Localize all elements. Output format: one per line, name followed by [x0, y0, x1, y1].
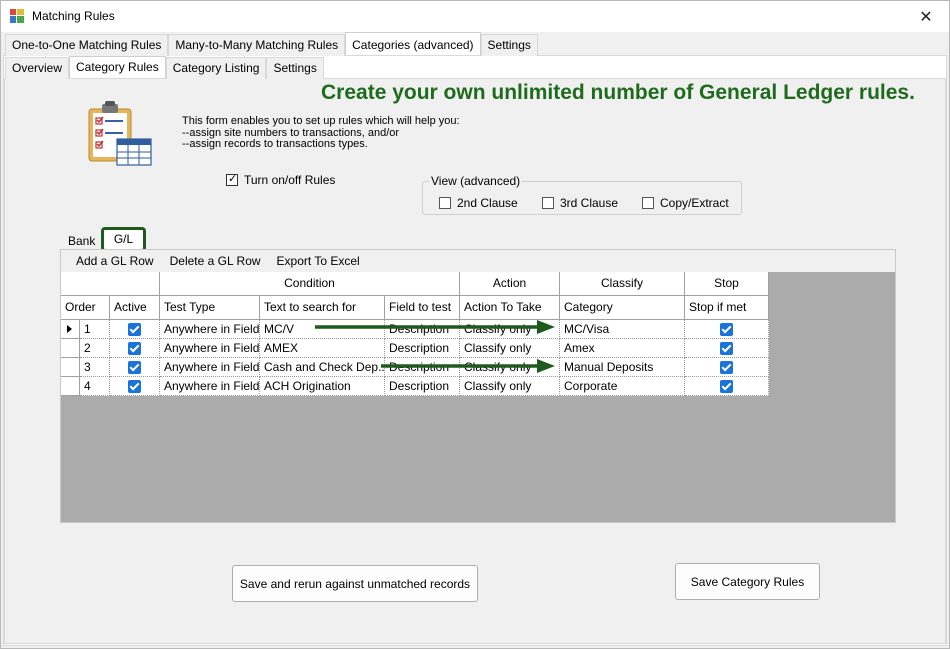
stop-if-met-checkbox[interactable] — [720, 379, 733, 393]
active-checkbox[interactable] — [128, 379, 141, 393]
second-clause-checkbox[interactable]: 2nd Clause — [439, 196, 518, 210]
matching-rules-window: Matching Rules ✕ One-to-One Matching Rul… — [0, 0, 950, 649]
active-checkbox[interactable] — [128, 360, 141, 374]
turn-rules-check-box[interactable] — [226, 172, 238, 186]
current-row-indicator-icon — [67, 325, 72, 333]
third-clause-check-box[interactable] — [542, 197, 554, 209]
cell-text-to-search[interactable]: ACH Origination — [260, 377, 385, 396]
annotation-arrow-row1-icon — [315, 320, 555, 334]
row-header[interactable] — [61, 339, 80, 358]
column-header-stop-if-met[interactable]: Stop if met — [685, 296, 769, 320]
cell-active[interactable] — [110, 358, 160, 377]
cell-order[interactable]: 2 — [80, 339, 110, 358]
tab-settings-main[interactable]: Settings — [480, 34, 538, 56]
cell-text-to-search[interactable]: AMEX — [260, 339, 385, 358]
tab-categories-advanced[interactable]: Categories (advanced) — [345, 32, 481, 55]
delete-gl-row-button[interactable]: Delete a GL Row — [162, 251, 269, 271]
cell-stop-if-met[interactable] — [685, 339, 769, 358]
column-header-field-to-test[interactable]: Field to test — [385, 296, 460, 320]
cell-field-to-test[interactable]: Description — [385, 339, 460, 358]
active-checkbox[interactable] — [128, 341, 141, 355]
cell-category[interactable]: MC/Visa — [560, 320, 685, 339]
copy-extract-label: Copy/Extract — [660, 196, 729, 210]
column-header-action-to-take[interactable]: Action To Take — [460, 296, 560, 320]
title-bar: Matching Rules ✕ — [1, 1, 949, 32]
save-and-rerun-button[interactable]: Save and rerun against unmatched records — [232, 565, 478, 602]
cell-order[interactable]: 1 — [80, 320, 110, 339]
cell-test-type[interactable]: Anywhere in Field — [160, 339, 260, 358]
gl-grid-panel: Add a GL Row Delete a GL Row Export To E… — [60, 249, 896, 523]
column-header-category[interactable]: Category — [560, 296, 685, 320]
cell-stop-if-met[interactable] — [685, 320, 769, 339]
column-header-test-type[interactable]: Test Type — [160, 296, 260, 320]
cell-test-type[interactable]: Anywhere in Field — [160, 320, 260, 339]
stop-if-met-checkbox[interactable] — [720, 360, 733, 374]
turn-rules-label: Turn on/off Rules — [244, 173, 336, 187]
main-tabs: One-to-One Matching Rules Many-to-Many M… — [5, 32, 538, 56]
close-button[interactable]: ✕ — [903, 1, 949, 32]
tab-category-rules[interactable]: Category Rules — [69, 56, 166, 78]
stop-if-met-checkbox[interactable] — [720, 322, 733, 336]
window-title: Matching Rules — [32, 9, 115, 23]
tab-many-to-many[interactable]: Many-to-Many Matching Rules — [168, 34, 346, 56]
cell-test-type[interactable]: Anywhere in Field — [160, 377, 260, 396]
active-checkbox[interactable] — [128, 322, 141, 336]
tab-overview[interactable]: Overview — [5, 57, 70, 79]
group-header-blank — [61, 272, 160, 296]
view-advanced-group: View (advanced) 2nd Clause 3rd Clause Co… — [422, 174, 742, 215]
cell-action-to-take[interactable]: Classify only — [460, 377, 560, 396]
second-clause-label: 2nd Clause — [457, 196, 518, 210]
cell-text-to-search[interactable]: Cash and Check Dep... — [260, 358, 385, 377]
save-category-rules-button[interactable]: Save Category Rules — [675, 563, 820, 600]
cell-order[interactable]: 3 — [80, 358, 110, 377]
third-clause-label: 3rd Clause — [560, 196, 619, 210]
column-header-order[interactable]: Order — [61, 296, 110, 320]
group-header-condition: Condition — [160, 272, 460, 296]
row-header[interactable] — [61, 377, 80, 396]
tab-bank[interactable]: Bank — [62, 231, 101, 251]
tab-category-listing[interactable]: Category Listing — [165, 57, 267, 79]
cell-test-type[interactable]: Anywhere in Field — [160, 358, 260, 377]
close-icon: ✕ — [919, 8, 933, 26]
group-header-classify: Classify — [560, 272, 685, 296]
add-gl-row-button[interactable]: Add a GL Row — [61, 251, 162, 271]
stop-if-met-checkbox[interactable] — [720, 341, 733, 355]
cell-active[interactable] — [110, 320, 160, 339]
page-headline: Create your own unlimited number of Gene… — [321, 81, 915, 104]
cell-stop-if-met[interactable] — [685, 358, 769, 377]
tab-one-to-one[interactable]: One-to-One Matching Rules — [5, 34, 169, 56]
row-header[interactable] — [61, 320, 80, 339]
copy-extract-checkbox[interactable]: Copy/Extract — [642, 196, 729, 210]
intro-line-3: --assign records to transactions types. — [182, 138, 368, 150]
turn-rules-checkbox[interactable]: Turn on/off Rules — [226, 172, 336, 187]
group-header-action: Action — [460, 272, 560, 296]
second-clause-check-box[interactable] — [439, 197, 451, 209]
app-icon — [10, 9, 24, 23]
view-advanced-legend: View (advanced) — [429, 174, 523, 188]
grid-toolbar: Add a GL Row Delete a GL Row Export To E… — [61, 250, 895, 272]
cell-category[interactable]: Corporate — [560, 377, 685, 396]
group-header-stop: Stop — [685, 272, 769, 296]
third-clause-checkbox[interactable]: 3rd Clause — [542, 196, 618, 210]
cell-category[interactable]: Manual Deposits — [560, 358, 685, 377]
gl-rules-grid[interactable]: Condition Action Classify Stop Order Act… — [61, 272, 895, 522]
cell-action-to-take[interactable]: Classify only — [460, 339, 560, 358]
copy-extract-check-box[interactable] — [642, 197, 654, 209]
annotation-arrow-row3-icon — [381, 359, 555, 373]
tab-settings-sub[interactable]: Settings — [266, 57, 324, 79]
cell-category[interactable]: Amex — [560, 339, 685, 358]
intro-line-1: This form enables you to set up rules wh… — [182, 115, 460, 127]
column-header-active[interactable]: Active — [110, 296, 160, 320]
cell-field-to-test[interactable]: Description — [385, 377, 460, 396]
cell-active[interactable] — [110, 339, 160, 358]
intro-text: This form enables you to set up rules wh… — [182, 115, 460, 151]
sub-tabs: Overview Category Rules Category Listing… — [5, 56, 324, 79]
clipboard-checklist-icon — [88, 101, 152, 166]
column-header-text-to-search[interactable]: Text to search for — [260, 296, 385, 320]
cell-stop-if-met[interactable] — [685, 377, 769, 396]
row-header[interactable] — [61, 358, 80, 377]
cell-active[interactable] — [110, 377, 160, 396]
cell-order[interactable]: 4 — [80, 377, 110, 396]
export-to-excel-button[interactable]: Export To Excel — [269, 251, 368, 271]
